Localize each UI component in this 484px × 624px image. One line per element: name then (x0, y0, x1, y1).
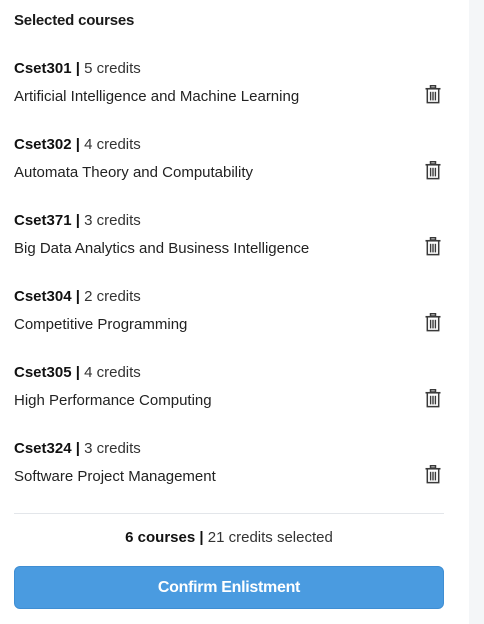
course-separator: | (75, 364, 80, 381)
remove-course-button[interactable] (422, 386, 444, 410)
course-separator: | (75, 136, 80, 153)
course-item: Cset304 | 2 credits Competitive Programm… (14, 286, 444, 362)
course-code: Cset302 (14, 136, 72, 153)
trash-icon (425, 160, 441, 179)
course-code: Cset371 (14, 212, 72, 229)
course-credits: 3 credits (84, 440, 141, 457)
course-name: Automata Theory and Computability (14, 164, 254, 181)
confirm-enlistment-button[interactable]: Confirm Enlistment (14, 566, 444, 609)
course-list: Cset301 | 5 credits Artificial Intellige… (14, 58, 444, 514)
selection-summary: 6 courses | 21 credits selected (14, 527, 444, 549)
summary-credit-count: 21 credits selected (207, 529, 333, 546)
course-item: Cset324 | 3 credits Software Project Man… (14, 438, 444, 514)
summary-divider (14, 513, 444, 514)
course-item: Cset305 | 4 credits High Performance Com… (14, 362, 444, 438)
course-name: Artificial Intelligence and Machine Lear… (14, 88, 300, 105)
course-item: Cset371 | 3 credits Big Data Analytics a… (14, 210, 444, 286)
course-credits: 2 credits (84, 288, 141, 305)
remove-course-button[interactable] (422, 234, 444, 258)
trash-icon (425, 464, 441, 483)
trash-icon (425, 388, 441, 407)
course-name: Software Project Management (14, 468, 216, 485)
course-code: Cset324 (14, 440, 72, 457)
course-name: Big Data Analytics and Business Intellig… (14, 240, 310, 257)
summary-course-count: 6 courses (125, 529, 196, 546)
panel-title: Selected courses (14, 12, 135, 29)
course-credits: 4 credits (84, 364, 141, 381)
course-header: Cset302 | 4 credits (14, 134, 141, 156)
course-credits: 3 credits (84, 212, 141, 229)
selected-courses-panel: Selected courses Cset301 | 5 credits Art… (0, 0, 469, 624)
course-item: Cset302 | 4 credits Automata Theory and … (14, 134, 444, 210)
trash-icon (425, 84, 441, 103)
course-credits: 5 credits (84, 60, 141, 77)
course-code: Cset304 (14, 288, 72, 305)
course-code: Cset301 (14, 60, 72, 77)
course-separator: | (75, 60, 80, 77)
course-code: Cset305 (14, 364, 72, 381)
remove-course-button[interactable] (422, 82, 444, 106)
course-header: Cset371 | 3 credits (14, 210, 141, 232)
course-name: High Performance Computing (14, 392, 212, 409)
trash-icon (425, 236, 441, 255)
course-header: Cset301 | 5 credits (14, 58, 141, 80)
remove-course-button[interactable] (422, 310, 444, 334)
course-credits: 4 credits (84, 136, 141, 153)
course-header: Cset304 | 2 credits (14, 286, 141, 308)
course-item: Cset301 | 5 credits Artificial Intellige… (14, 58, 444, 134)
remove-course-button[interactable] (422, 462, 444, 486)
remove-course-button[interactable] (422, 158, 444, 182)
course-header: Cset305 | 4 credits (14, 362, 141, 384)
course-separator: | (75, 440, 80, 457)
course-separator: | (75, 212, 80, 229)
trash-icon (425, 312, 441, 331)
course-header: Cset324 | 3 credits (14, 438, 141, 460)
course-name: Competitive Programming (14, 316, 188, 333)
summary-separator: | (199, 529, 204, 546)
course-separator: | (75, 288, 80, 305)
